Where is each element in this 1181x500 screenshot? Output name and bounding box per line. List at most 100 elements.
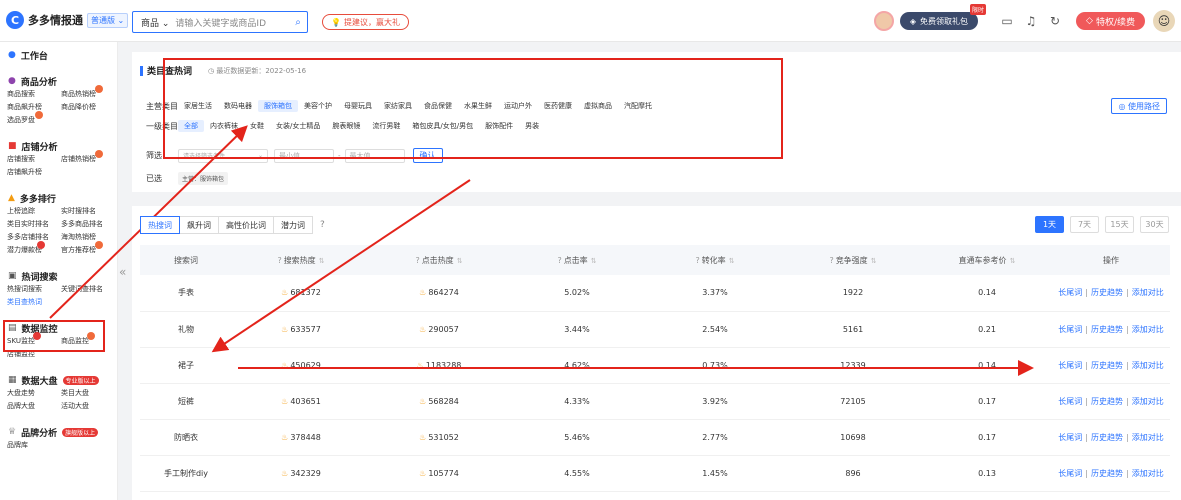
collapse-sidebar-icon[interactable]: « bbox=[119, 265, 126, 279]
sidebar-item[interactable]: 官方推荐榜 bbox=[61, 241, 115, 256]
main-category-chip[interactable]: 数码电器 bbox=[218, 100, 258, 112]
global-search[interactable]: 商品 ⌄ 请输入关键字或商品ID ⌕ bbox=[132, 11, 308, 33]
level1-category-chip[interactable]: 箱包皮具/女包/男包 bbox=[406, 120, 479, 132]
history-link[interactable]: 历史趋势 bbox=[1091, 433, 1123, 442]
compare-link[interactable]: 添加对比 bbox=[1132, 397, 1164, 406]
sidebar-item[interactable]: 潜力爆款榜 bbox=[7, 241, 61, 256]
monitor-icon[interactable]: ▭ bbox=[996, 14, 1018, 28]
search-type-select[interactable]: 商品 ⌄ bbox=[133, 16, 175, 29]
sidebar-section-ranking[interactable]: ▲ 多多排行 bbox=[0, 190, 117, 206]
main-category-chip[interactable]: 水果生鲜 bbox=[458, 100, 498, 112]
main-category-chip[interactable]: 虚拟商品 bbox=[578, 100, 618, 112]
main-category-chip[interactable]: 家纺家具 bbox=[378, 100, 418, 112]
sidebar-item[interactable]: 大盘走势 bbox=[7, 388, 61, 399]
sidebar-section-brand[interactable]: ♕ 品牌分析 旗舰版以上 bbox=[0, 424, 117, 440]
longtail-link[interactable]: 长尾词 bbox=[1058, 433, 1082, 442]
compare-link[interactable]: 添加对比 bbox=[1132, 325, 1164, 334]
history-link[interactable]: 历史趋势 bbox=[1091, 469, 1123, 478]
free-gift-button[interactable]: ◈ 免费领取礼包 限时 bbox=[899, 4, 987, 30]
main-category-chip-active[interactable]: 服饰箱包 bbox=[258, 100, 298, 112]
level1-category-chip[interactable]: 服饰配件 bbox=[479, 120, 519, 132]
longtail-link[interactable]: 长尾词 bbox=[1058, 325, 1082, 334]
col-search-heat[interactable]: ? 搜索热度 ⇅ bbox=[232, 245, 370, 275]
level1-category-chip[interactable]: 内衣裤袜 bbox=[204, 120, 244, 132]
sidebar-item[interactable]: 上榜追踪 bbox=[7, 206, 61, 217]
history-link[interactable]: 历史趋势 bbox=[1091, 361, 1123, 370]
main-category-chip[interactable]: 汽配摩托 bbox=[618, 100, 658, 112]
tab-rising[interactable]: 飙升词 bbox=[179, 216, 219, 234]
help-icon[interactable]: ? bbox=[320, 220, 325, 230]
main-category-chip[interactable]: 医药健康 bbox=[538, 100, 578, 112]
sidebar-section-dashboard[interactable]: ▦ 数据大盘 专业版以上 bbox=[0, 372, 117, 388]
sidebar-item[interactable]: 关键词查排名 bbox=[61, 284, 115, 295]
confirm-button[interactable]: 确认 bbox=[412, 148, 443, 163]
tab-potential[interactable]: 潜力词 bbox=[273, 216, 313, 234]
history-link[interactable]: 历史趋势 bbox=[1091, 288, 1123, 297]
sidebar-item[interactable]: 店铺搜索 bbox=[7, 154, 61, 165]
compare-link[interactable]: 添加对比 bbox=[1132, 469, 1164, 478]
search-icon[interactable]: ⌕ bbox=[289, 17, 307, 28]
longtail-link[interactable]: 长尾词 bbox=[1058, 288, 1082, 297]
main-category-chip[interactable]: 家居生活 bbox=[178, 100, 218, 112]
vip-renew-button[interactable]: ◇ 特权/续费 bbox=[1076, 12, 1145, 30]
keyword-cell[interactable]: 手工制作diy bbox=[140, 455, 232, 492]
min-value-input[interactable]: 最小值 bbox=[274, 148, 334, 163]
sidebar-item[interactable]: SKU监控 bbox=[7, 332, 61, 347]
col-click-heat[interactable]: ? 点击热度 ⇅ bbox=[370, 245, 508, 275]
level1-category-chip[interactable]: 男装 bbox=[519, 120, 545, 132]
search-input[interactable]: 请输入关键字或商品ID bbox=[175, 16, 289, 29]
service-avatar[interactable] bbox=[873, 11, 894, 31]
sidebar-item[interactable]: 多多店铺排名 bbox=[7, 232, 61, 243]
suggest-button[interactable]: 💡 提建议，赢大礼 bbox=[322, 14, 409, 30]
keyword-cell[interactable]: 防晒衣 bbox=[140, 419, 232, 456]
level1-category-chip-active[interactable]: 全部 bbox=[178, 120, 204, 132]
max-value-input[interactable]: 最大值 bbox=[344, 148, 405, 163]
condition-select[interactable]: 请选择筛选条件 ⌄ bbox=[178, 148, 268, 163]
usage-path-button[interactable]: ◎ 使用路径 bbox=[1111, 98, 1167, 114]
compare-link[interactable]: 添加对比 bbox=[1132, 288, 1164, 297]
sidebar-item[interactable]: 类目大盘 bbox=[61, 388, 115, 399]
history-link[interactable]: 历史趋势 bbox=[1091, 397, 1123, 406]
main-category-chip[interactable]: 运动户外 bbox=[498, 100, 538, 112]
col-ctr[interactable]: ? 点击率 ⇅ bbox=[508, 245, 646, 275]
sidebar-item[interactable]: 商品飙升榜 bbox=[7, 102, 61, 113]
day-15-button[interactable]: 15天 bbox=[1105, 216, 1134, 233]
bell-icon[interactable]: ♫ bbox=[1020, 14, 1042, 28]
sidebar-section-monitor[interactable]: ▤ 数据监控 bbox=[0, 320, 117, 336]
compare-link[interactable]: 添加对比 bbox=[1132, 361, 1164, 370]
longtail-link[interactable]: 长尾词 bbox=[1058, 469, 1082, 478]
logo[interactable]: C 多多情报通 普通版 ⌄ bbox=[6, 11, 129, 29]
sidebar-item[interactable]: 品牌库 bbox=[7, 440, 61, 451]
sidebar-item[interactable]: 商品搜索 bbox=[7, 89, 61, 100]
selected-tag[interactable]: 主营：服饰箱包 bbox=[178, 172, 229, 185]
sidebar-item-category-hotword[interactable]: 类目查热词 bbox=[7, 297, 61, 308]
sidebar-item[interactable]: 店铺飙升榜 bbox=[7, 167, 61, 178]
edition-badge[interactable]: 普通版 ⌄ bbox=[87, 12, 129, 28]
history-link[interactable]: 历史趋势 bbox=[1091, 325, 1123, 334]
level1-category-chip[interactable]: 腕表眼镜 bbox=[326, 120, 366, 132]
sidebar-item[interactable]: 热搜词搜索 bbox=[7, 284, 61, 295]
sidebar-item[interactable]: 店铺热销榜 bbox=[61, 150, 115, 165]
main-category-chip[interactable]: 母婴玩具 bbox=[338, 100, 378, 112]
refresh-icon[interactable]: ↻ bbox=[1044, 14, 1066, 28]
col-cpc[interactable]: 直通车参考价 ⇅ bbox=[922, 245, 1052, 275]
day-30-button[interactable]: 30天 bbox=[1140, 216, 1169, 233]
sidebar-section-workbench[interactable]: ● 工作台 bbox=[0, 47, 117, 63]
main-category-chip[interactable]: 食品保健 bbox=[418, 100, 458, 112]
day-1-button[interactable]: 1天 bbox=[1035, 216, 1064, 233]
sidebar-item[interactable]: 商品热销榜 bbox=[61, 85, 115, 100]
level1-category-chip[interactable]: 女装/女士精品 bbox=[270, 120, 326, 132]
col-competition[interactable]: ? 竞争强度 ⇅ bbox=[784, 245, 922, 275]
tab-value[interactable]: 高性价比词 bbox=[218, 216, 274, 234]
longtail-link[interactable]: 长尾词 bbox=[1058, 361, 1082, 370]
sidebar-item[interactable]: 活动大盘 bbox=[61, 401, 115, 412]
sidebar-item[interactable]: 海淘热销榜 bbox=[61, 232, 115, 243]
compare-link[interactable]: 添加对比 bbox=[1132, 433, 1164, 442]
sidebar-item[interactable]: 多多商品排名 bbox=[61, 219, 115, 230]
sidebar-item[interactable]: 实时搜排名 bbox=[61, 206, 115, 217]
sidebar-item[interactable]: 商品降价榜 bbox=[61, 102, 115, 113]
sidebar-item[interactable]: 商品监控 bbox=[61, 332, 115, 347]
level1-category-chip[interactable]: 女鞋 bbox=[244, 120, 270, 132]
sidebar-item[interactable]: 类目实时排名 bbox=[7, 219, 61, 230]
keyword-cell[interactable]: 裙子 bbox=[140, 347, 232, 384]
